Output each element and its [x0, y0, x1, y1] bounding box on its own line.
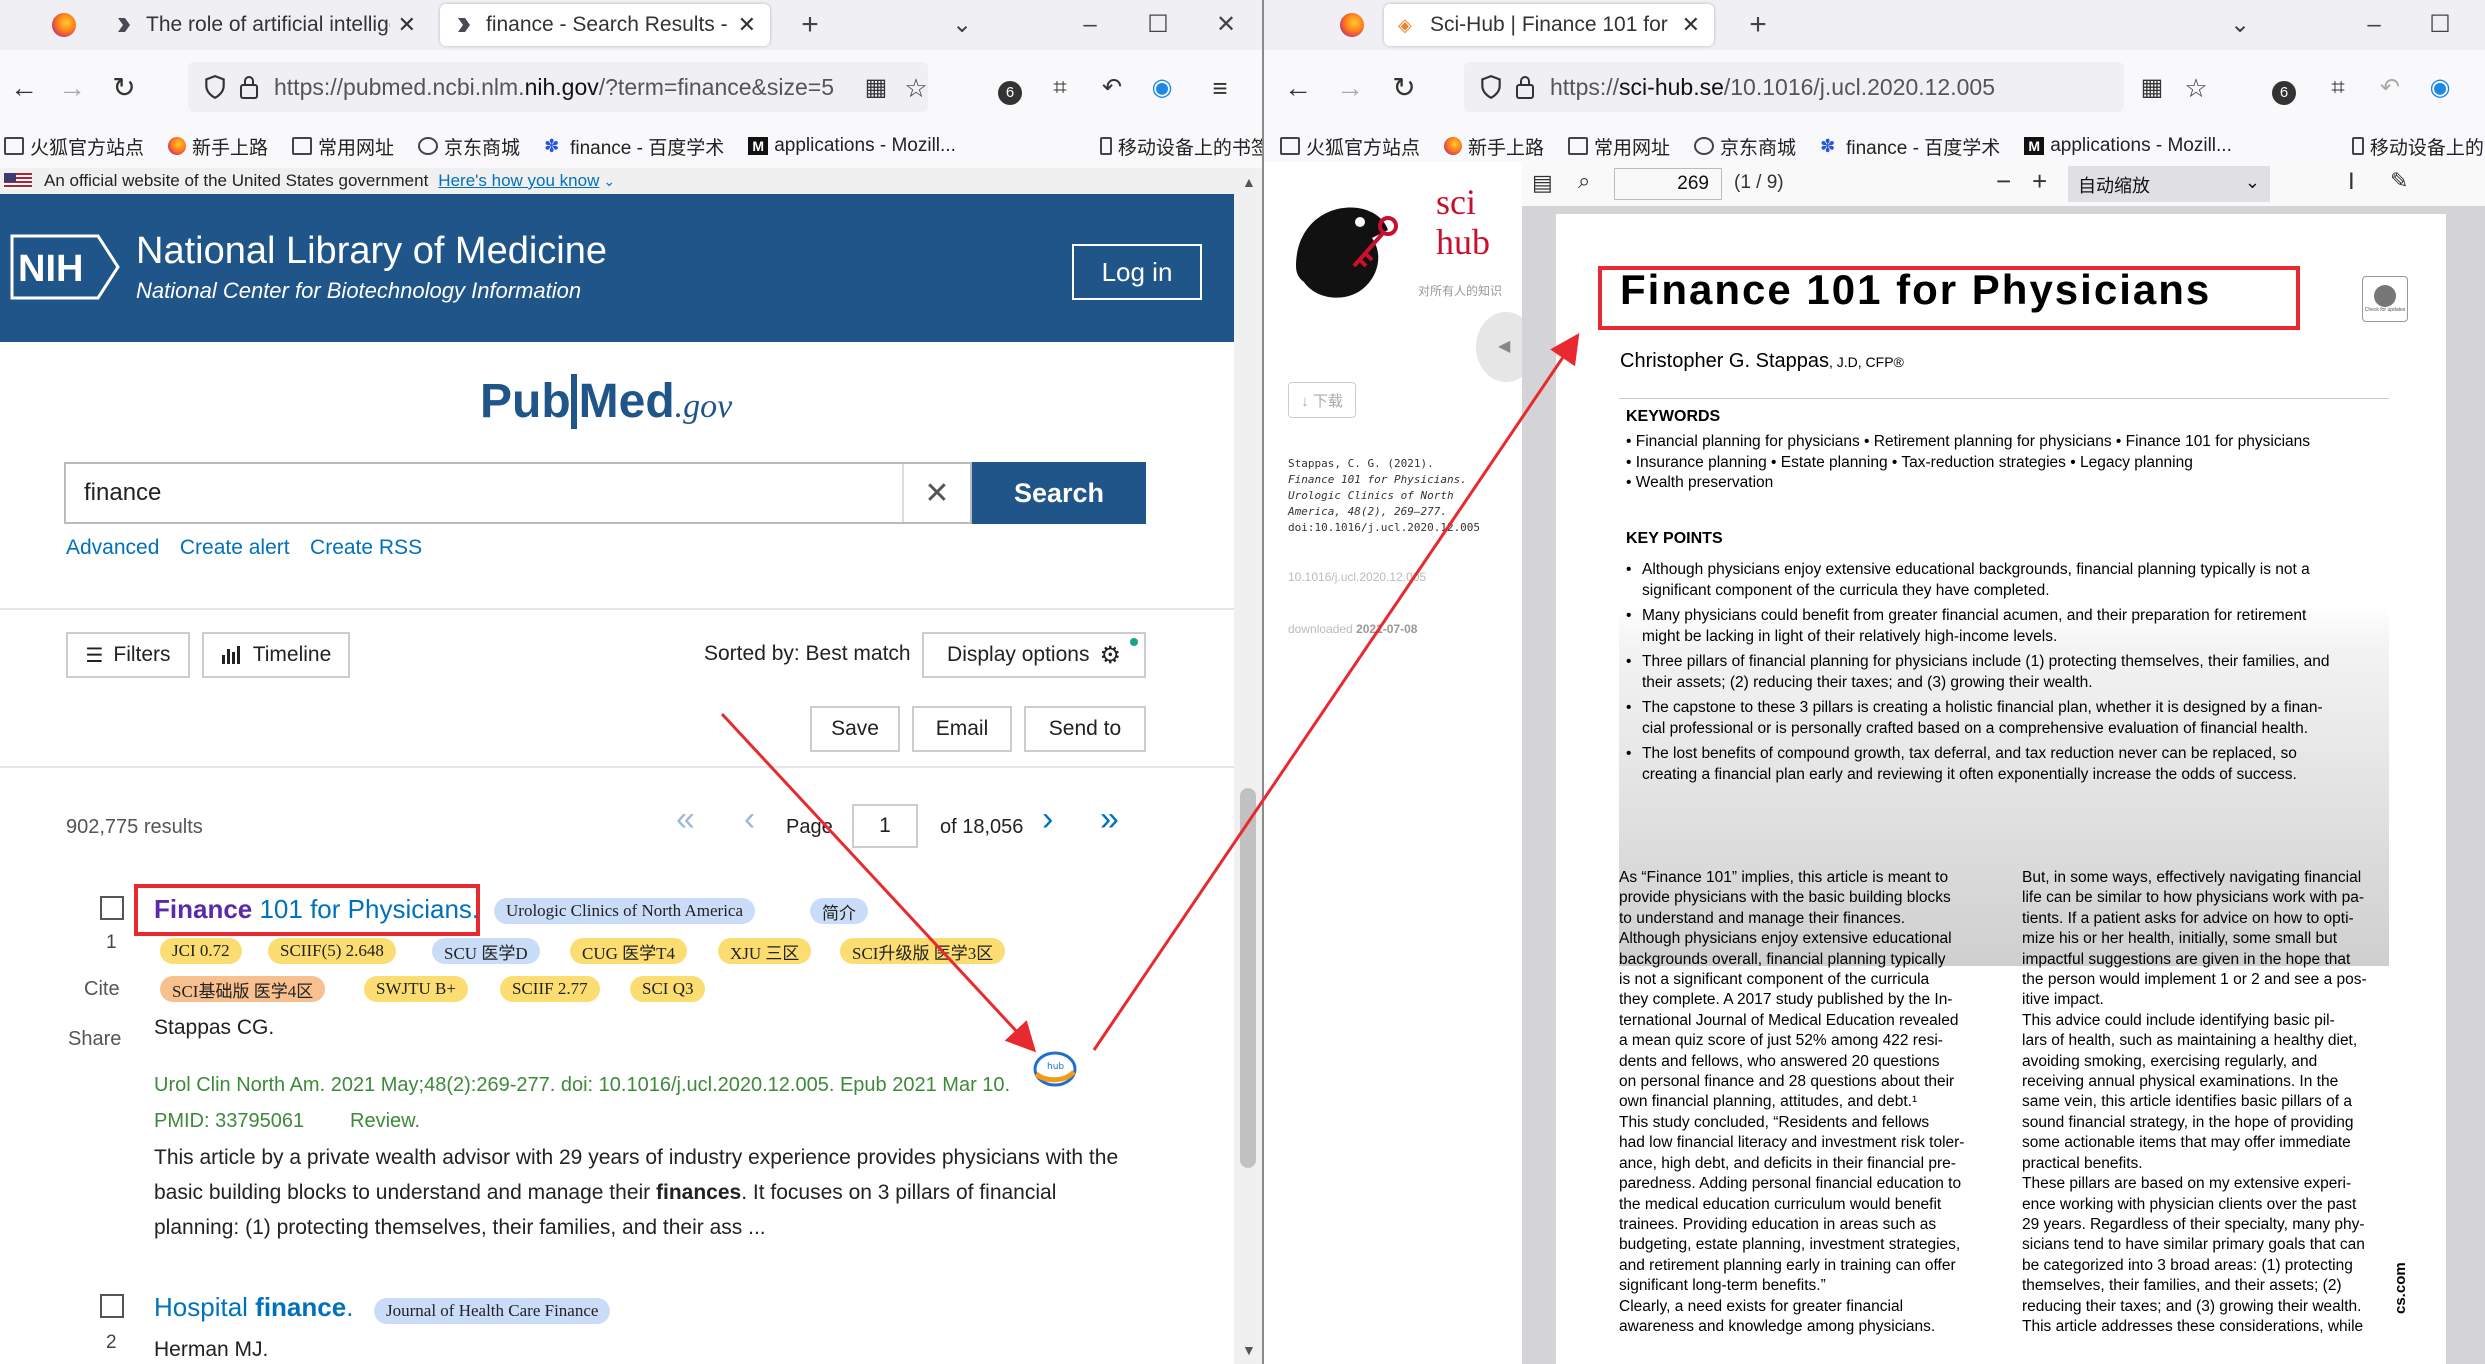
- arrow-to-paper-title: [1092, 333, 1580, 1051]
- arrow-to-extension: [720, 712, 1037, 1053]
- annotation-arrows: [720, 333, 1580, 1053]
